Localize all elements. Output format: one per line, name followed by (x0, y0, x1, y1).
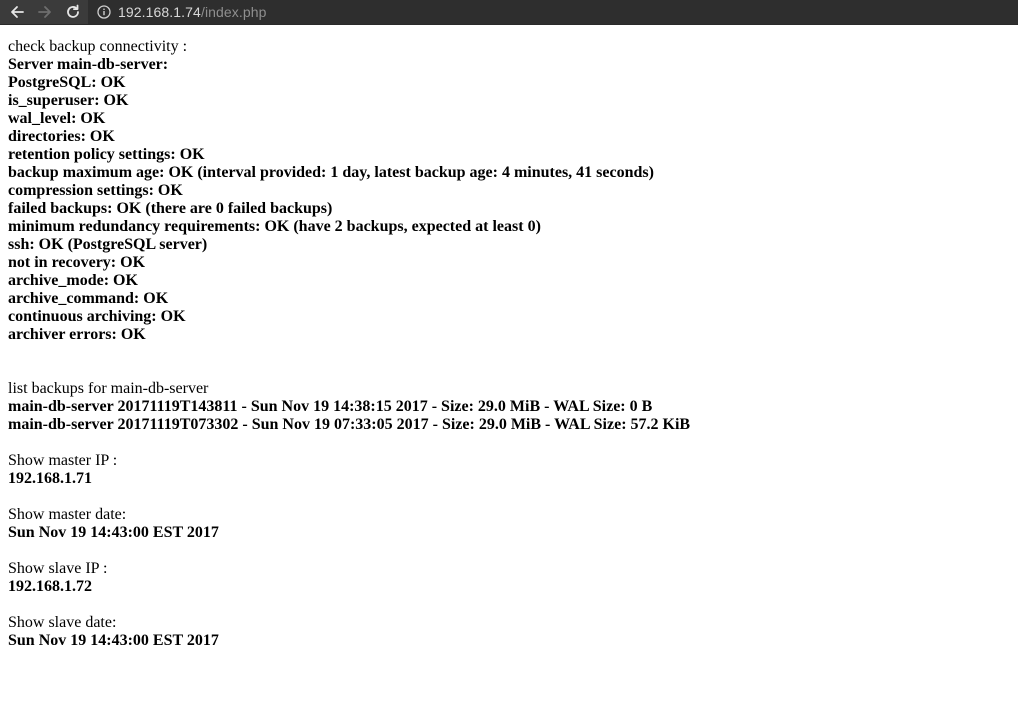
page-content: check backup connectivity : Server main-… (8, 38, 1010, 650)
master-ip-label: Show master IP : (8, 452, 118, 469)
forward-button[interactable] (32, 0, 58, 24)
slave-ip-label: Show slave IP : (8, 560, 108, 577)
check-result-line: archive_command: OK (8, 290, 169, 307)
check-result-line: archive_mode: OK (8, 272, 138, 289)
check-result-line: Server main-db-server: (8, 56, 169, 73)
master-date-label: Show master date: (8, 506, 127, 523)
slave-date-value: Sun Nov 19 14:43:00 EST 2017 (8, 632, 219, 649)
url-text: 192.168.1.74/index.php (118, 4, 267, 20)
slave-ip-value: 192.168.1.72 (8, 578, 92, 595)
check-result-line: continuous archiving: OK (8, 308, 186, 325)
check-result-line: failed backups: OK (there are 0 failed b… (8, 200, 333, 217)
master-date-value: Sun Nov 19 14:43:00 EST 2017 (8, 524, 219, 541)
check-heading: check backup connectivity : (8, 38, 188, 55)
backups-list: main-db-server 20171119T143811 - Sun Nov… (8, 398, 1010, 434)
browser-toolbar: 192.168.1.74/index.php (0, 0, 1018, 25)
check-result-line: not in recovery: OK (8, 254, 146, 271)
check-result-line: minimum redundancy requirements: OK (hav… (8, 218, 541, 235)
back-arrow-icon (11, 6, 24, 18)
check-result-line: ssh: OK (PostgreSQL server) (8, 236, 208, 253)
backups-heading: list backups for main-db-server (8, 380, 209, 397)
backup-list-item: main-db-server 20171119T073302 - Sun Nov… (8, 416, 691, 433)
check-result-line: wal_level: OK (8, 110, 106, 127)
address-bar[interactable]: 192.168.1.74/index.php (88, 0, 1018, 24)
reload-icon (67, 4, 79, 18)
check-results: Server main-db-server: PostgreSQL: OK is_s… (8, 56, 1010, 344)
back-button[interactable] (4, 0, 30, 24)
info-icon[interactable] (96, 4, 112, 20)
url-host: 192.168.1.74 (118, 4, 201, 20)
reload-button[interactable] (60, 0, 86, 24)
url-path: /index.php (200, 4, 267, 20)
backup-list-item: main-db-server 20171119T143811 - Sun Nov… (8, 398, 653, 415)
forward-arrow-icon (38, 6, 51, 18)
check-result-line: directories: OK (8, 128, 115, 145)
check-result-line: is_superuser: OK (8, 92, 129, 109)
master-ip-value: 192.168.1.71 (8, 470, 92, 487)
check-result-line: compression settings: OK (8, 182, 183, 199)
check-result-line: backup maximum age: OK (interval provide… (8, 164, 654, 181)
check-result-line: retention policy settings: OK (8, 146, 205, 163)
check-result-line: archiver errors: OK (8, 326, 146, 343)
check-result-line: PostgreSQL: OK (8, 74, 126, 91)
slave-date-label: Show slave date: (8, 614, 117, 631)
